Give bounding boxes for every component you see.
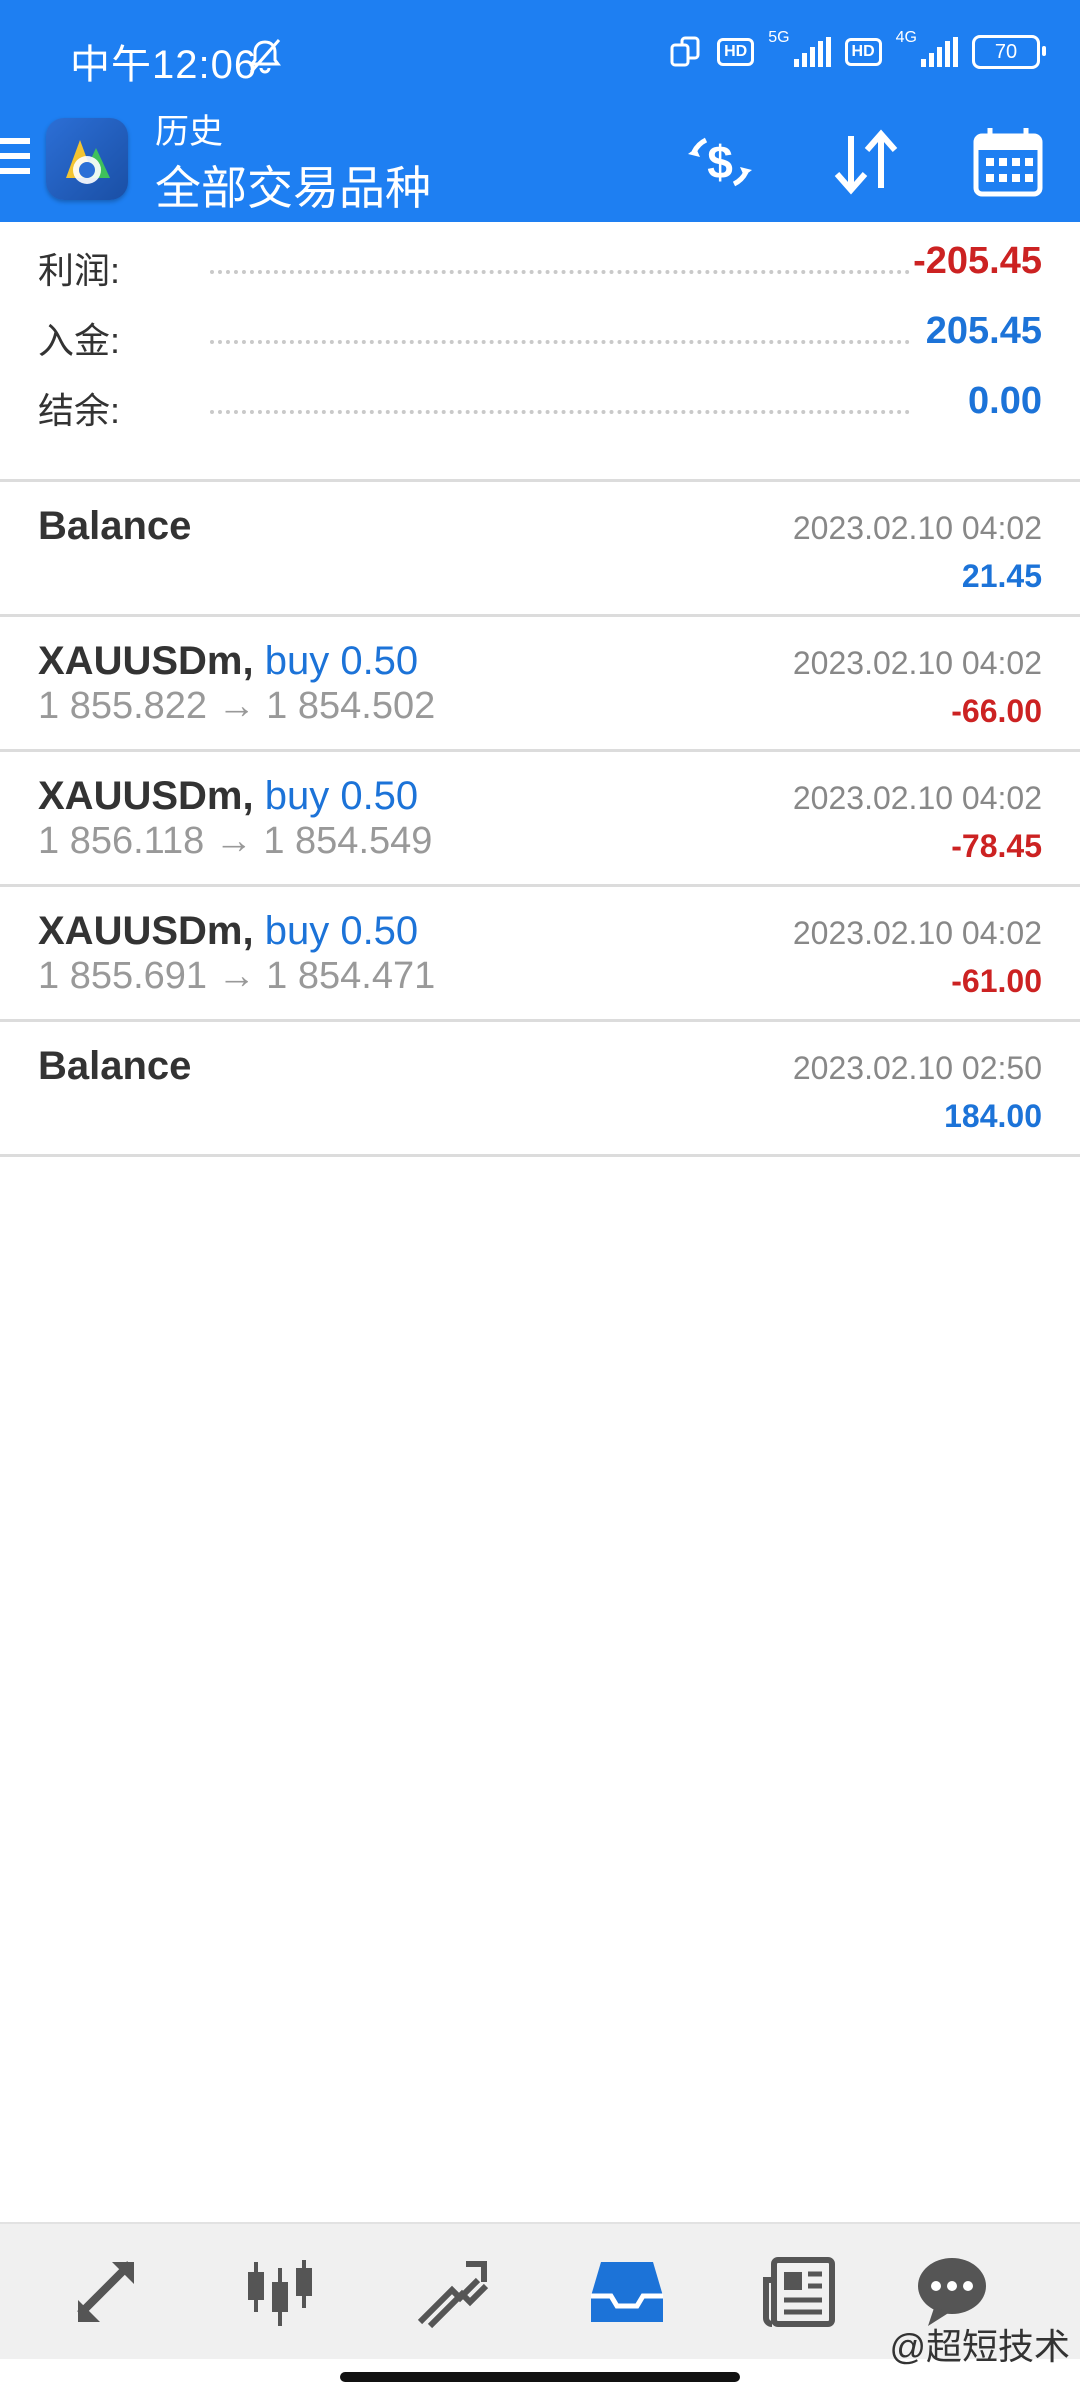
item-amount: -78.45 (951, 828, 1042, 864)
app-logo-graphic (66, 140, 110, 184)
trade-icon[interactable] (412, 2252, 492, 2332)
calendar-icon[interactable] (968, 122, 1048, 202)
app-logo (46, 118, 128, 200)
summary-panel: 利润: -205.45 入金: 205.45 结余: 0.00 (0, 230, 1080, 440)
item-symbol: XAUUSDm, (38, 774, 254, 818)
item-date: 2023.02.10 04:02 (792, 780, 1042, 816)
dotted-leader (210, 270, 910, 274)
item-prices: 1 855.822 → 1 854.502 (38, 685, 436, 727)
item-title: Balance (38, 1044, 192, 1088)
battery-level: 70 (994, 40, 1018, 63)
item-amount: 21.45 (961, 558, 1042, 594)
item-title: XAUUSDm, buy 0.50 (38, 774, 418, 819)
list-item[interactable]: XAUUSDm, buy 0.50 1 856.118 → 1 854.549 … (0, 752, 1080, 887)
sort-icon[interactable] (825, 122, 905, 202)
deposit-row: 入金: 205.45 (0, 300, 1080, 370)
status-bar: 中午12:06 HD 5G HD 4G 70 (0, 0, 1080, 100)
deposit-label: 入金: (38, 320, 121, 361)
profit-label: 利润: (38, 250, 121, 291)
item-date: 2023.02.10 04:02 (792, 645, 1042, 681)
network-label-2: 4G (895, 29, 917, 46)
profit-value: -205.45 (913, 240, 1042, 282)
signal-icon-2 (921, 37, 958, 67)
history-inbox-icon[interactable] (587, 2252, 667, 2332)
header: 中午12:06 HD 5G HD 4G 70 历史 全部交易品种 $ (0, 0, 1080, 222)
app-bar: 历史 全部交易品种 $ (0, 100, 1080, 222)
history-list: Balance 2023.02.10 04:02 21.45 XAUUSDm, … (0, 482, 1080, 1157)
battery-icon: 70 (972, 35, 1046, 69)
dotted-leader (210, 410, 910, 414)
quotes-icon[interactable] (68, 2252, 148, 2332)
list-item[interactable]: Balance 2023.02.10 02:50 184.00 (0, 1022, 1080, 1157)
balance-row: 结余: 0.00 (0, 370, 1080, 440)
currency-exchange-icon[interactable]: $ (680, 122, 760, 202)
item-title: XAUUSDm, buy 0.50 (38, 639, 418, 684)
status-indicators: HD 5G HD 4G 70 (669, 29, 1046, 74)
svg-text:$: $ (707, 136, 733, 188)
menu-icon[interactable] (0, 138, 30, 178)
news-icon[interactable] (760, 2252, 840, 2332)
item-amount: -66.00 (951, 693, 1042, 729)
screen-title[interactable]: 全部交易品种 (155, 152, 431, 218)
watermark-text: @超短技术 (889, 2326, 1070, 2367)
item-date: 2023.02.10 02:50 (792, 1050, 1042, 1086)
chart-candles-icon[interactable] (240, 2252, 320, 2332)
item-date: 2023.02.10 04:02 (792, 915, 1042, 951)
hd-badge: HD (717, 38, 755, 66)
hd-badge-2: HD (844, 38, 882, 66)
profit-row: 利润: -205.45 (0, 230, 1080, 300)
item-date: 2023.02.10 04:02 (792, 510, 1042, 546)
balance-label: 结余: (38, 390, 121, 431)
balance-value: 0.00 (968, 380, 1042, 422)
item-direction: buy 0.50 (264, 909, 419, 953)
list-item[interactable]: Balance 2023.02.10 04:02 21.45 (0, 482, 1080, 617)
bell-muted-icon (249, 39, 281, 74)
dotted-leader (210, 340, 910, 344)
list-item[interactable]: XAUUSDm, buy 0.50 1 855.691 → 1 854.471 … (0, 887, 1080, 1022)
item-direction: buy 0.50 (264, 639, 419, 683)
item-title: XAUUSDm, buy 0.50 (38, 909, 418, 954)
item-amount: 184.00 (944, 1098, 1042, 1134)
signal-icon (793, 37, 831, 67)
screen-subtitle: 历史 (155, 113, 223, 151)
home-indicator[interactable] (340, 2372, 740, 2382)
screen-mirror-icon (670, 36, 700, 67)
item-symbol: XAUUSDm, (38, 909, 254, 953)
item-direction: buy 0.50 (264, 774, 419, 818)
item-amount: -61.00 (951, 963, 1042, 999)
status-time: 中午12:06 (70, 43, 258, 87)
list-item[interactable]: XAUUSDm, buy 0.50 1 855.822 → 1 854.502 … (0, 617, 1080, 752)
item-title: Balance (38, 504, 192, 548)
item-symbol: XAUUSDm, (38, 639, 254, 683)
network-label: 5G (768, 29, 790, 46)
item-prices: 1 856.118 → 1 854.549 (38, 820, 433, 862)
deposit-value: 205.45 (925, 310, 1042, 352)
item-prices: 1 855.691 → 1 854.471 (38, 955, 436, 997)
